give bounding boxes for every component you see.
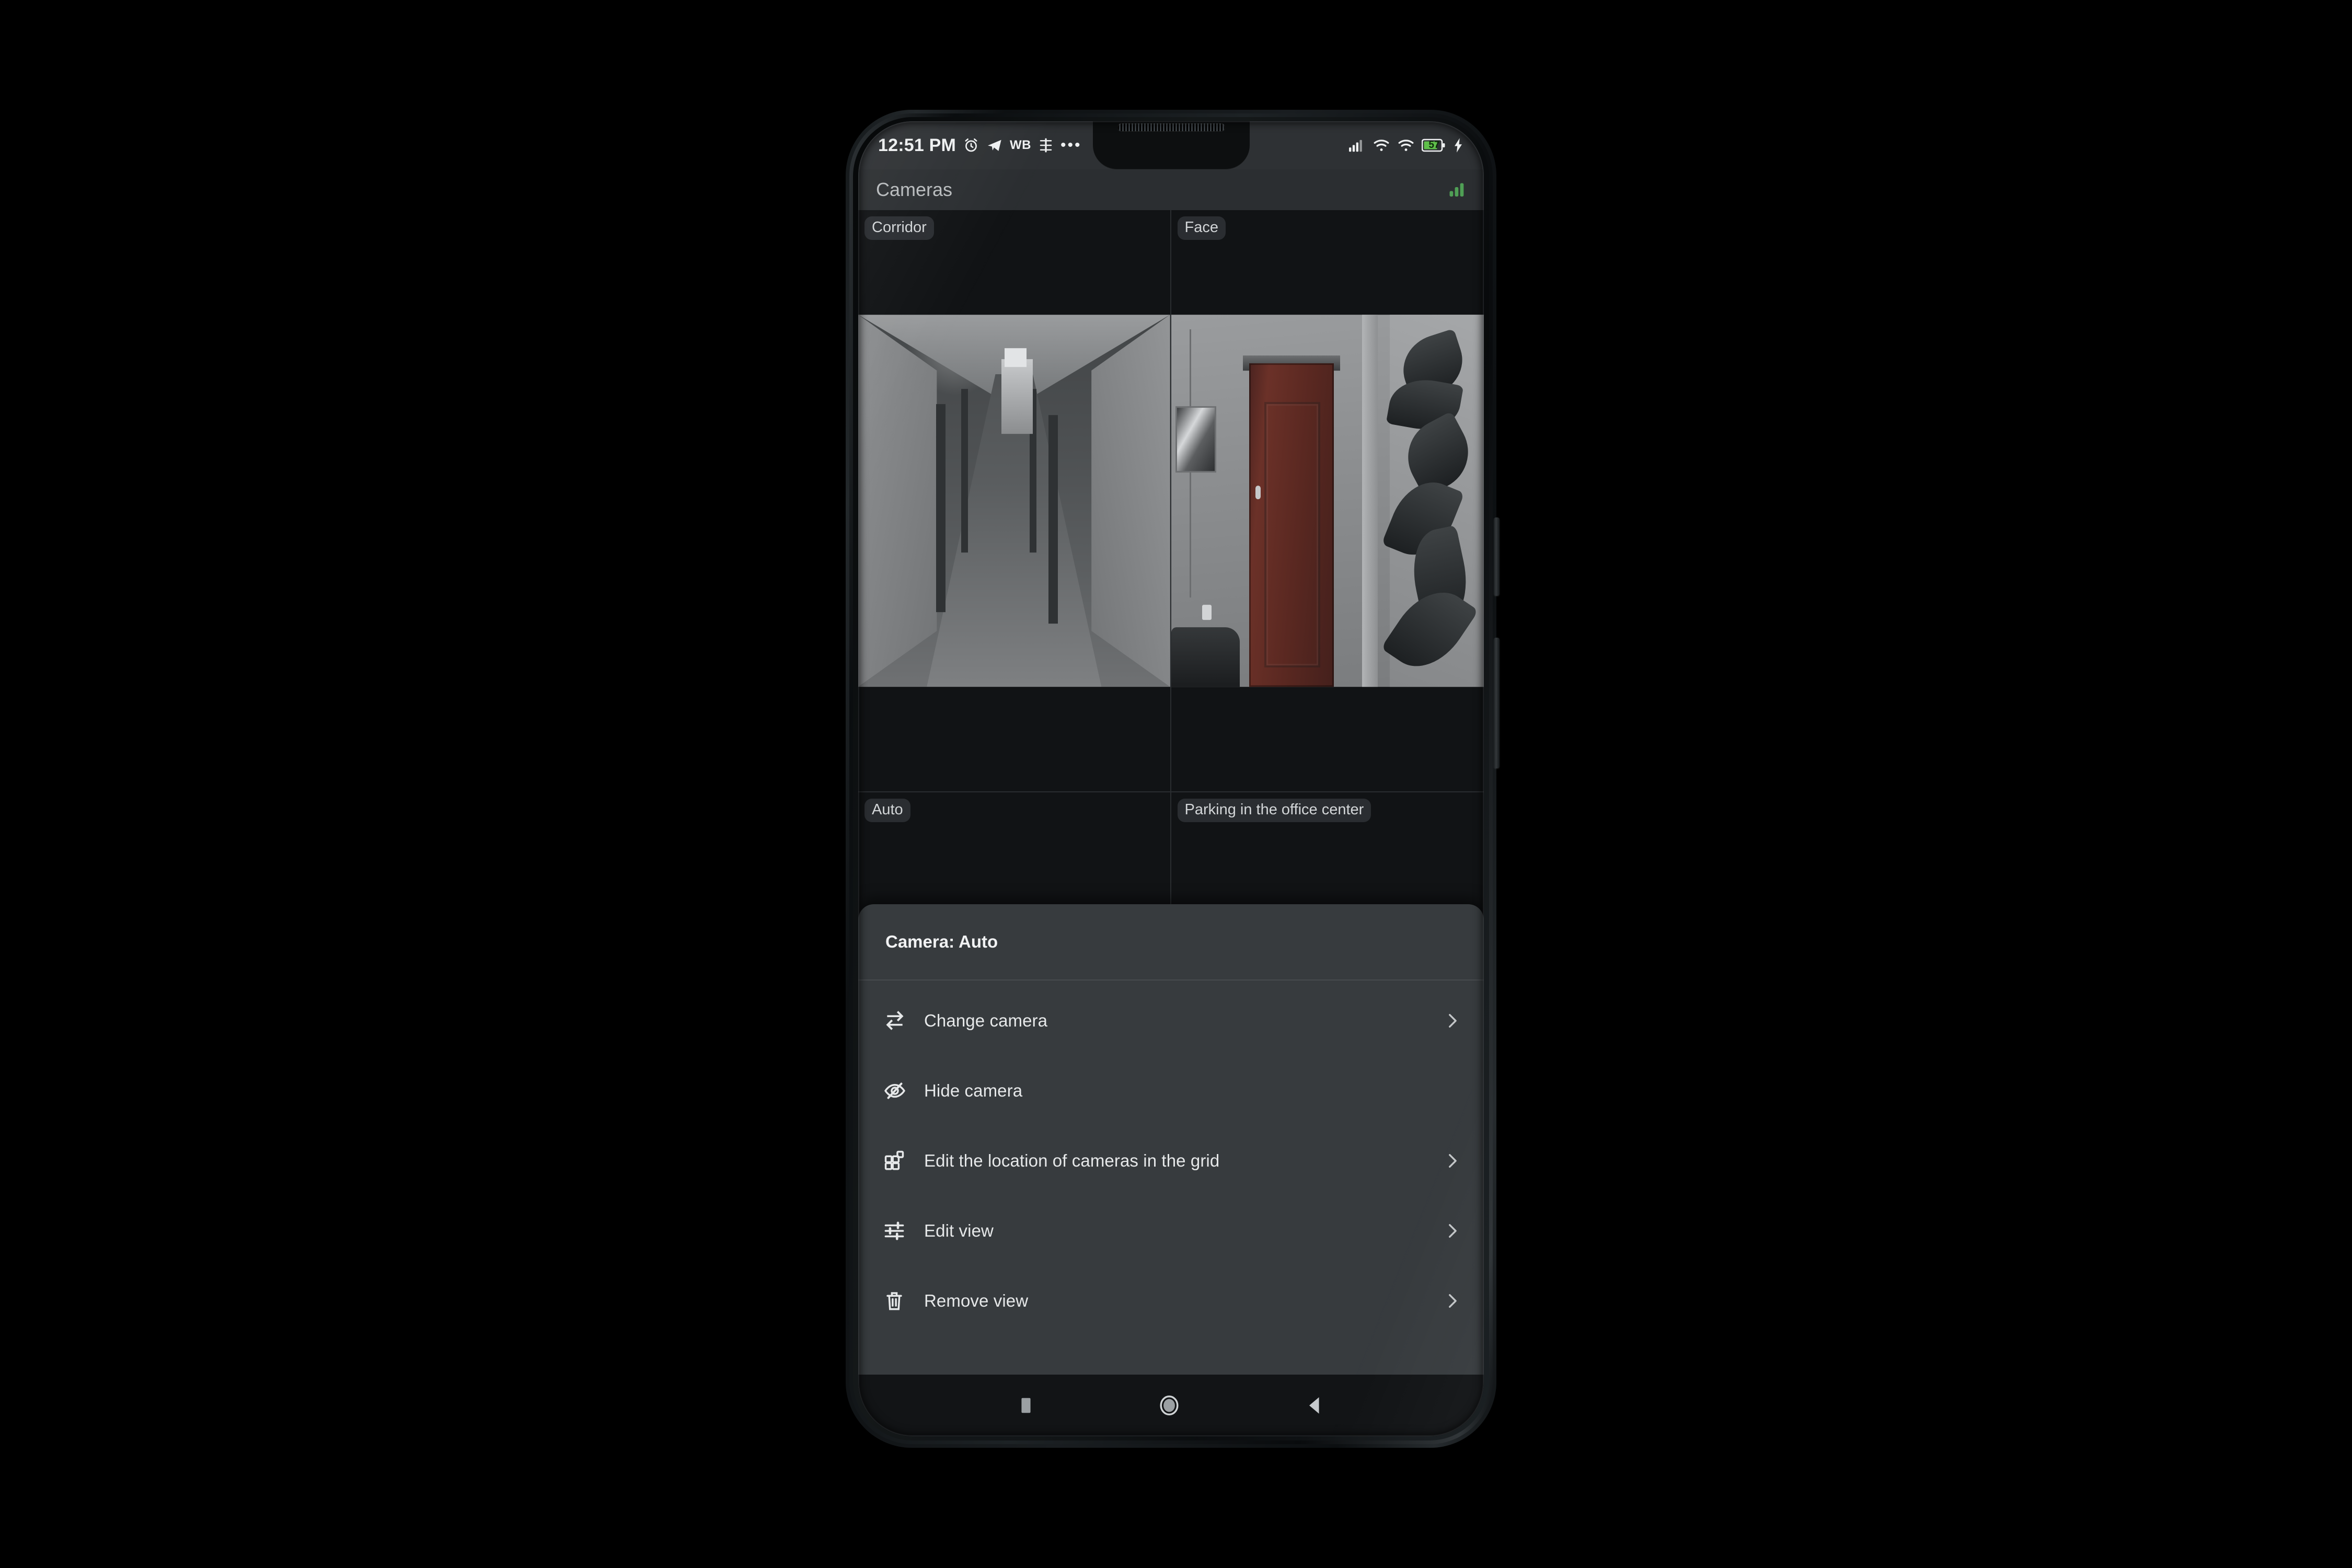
- menu-label-edit-grid-location: Edit the location of cameras in the grid: [924, 1151, 1220, 1170]
- room-sofa: [1171, 627, 1240, 687]
- status-bar-clock: 12:51 PM: [878, 135, 956, 155]
- corridor-door-1: [936, 403, 946, 613]
- cellular-signal-icon: [1348, 137, 1366, 153]
- page-title: Cameras: [876, 179, 953, 200]
- corridor-video-feed[interactable]: [858, 315, 1170, 687]
- chevron-right-icon: [1437, 1152, 1461, 1170]
- menu-item-hide-camera[interactable]: Hide camera: [858, 1056, 1484, 1126]
- menu-label-remove-view: Remove view: [924, 1291, 1029, 1310]
- alarm-clock-icon: [963, 137, 979, 154]
- room-picture-frame: [1177, 408, 1215, 471]
- phone-device: Corridor Face Auto Parking in the office…: [846, 110, 1500, 1448]
- room-door-handle: [1255, 486, 1261, 500]
- battery-icon: 57: [1422, 138, 1446, 153]
- app-bar: Cameras: [858, 169, 1484, 210]
- eye-off-icon: [883, 1079, 924, 1102]
- wifi-secondary-icon: [1397, 137, 1415, 153]
- chevron-right-icon: [1437, 1012, 1461, 1030]
- home-button[interactable]: [1157, 1393, 1181, 1417]
- camera-label-auto: Auto: [864, 799, 910, 822]
- white-balance-icon: WB: [1010, 138, 1031, 152]
- corridor-door-4: [1048, 415, 1058, 624]
- sheet-title: Camera: Auto: [858, 904, 1484, 981]
- earpiece-speaker: [1117, 123, 1225, 131]
- android-nav-bar: [858, 1375, 1484, 1436]
- sliders-icon: [883, 1220, 924, 1242]
- screen: Corridor Face Auto Parking in the office…: [858, 121, 1484, 1436]
- wifi-icon: [1373, 137, 1390, 153]
- camera-options-sheet: Camera: Auto Change camera Hide camera E…: [858, 904, 1484, 1375]
- menu-item-edit-view[interactable]: Edit view: [858, 1196, 1484, 1266]
- room-plant: [1381, 328, 1484, 687]
- grid-layout-icon: [883, 1150, 924, 1172]
- back-button[interactable]: [1305, 1395, 1324, 1416]
- camera-cell-corridor[interactable]: Corridor: [858, 210, 1171, 792]
- recents-button[interactable]: [1018, 1395, 1034, 1416]
- corridor-sign: [1005, 348, 1027, 367]
- swap-arrows-icon: [883, 1009, 924, 1032]
- volume-button[interactable]: [1494, 638, 1500, 768]
- menu-item-edit-grid-location[interactable]: Edit the location of cameras in the grid: [858, 1126, 1484, 1196]
- camera-cell-face[interactable]: Face: [1171, 210, 1484, 792]
- battery-percent-text: 57: [1428, 140, 1440, 151]
- room-column: [1362, 315, 1378, 687]
- corridor-end-wall: [1001, 359, 1033, 434]
- charging-bolt-icon: [1452, 137, 1464, 153]
- camera-label-parking: Parking in the office center: [1177, 799, 1371, 822]
- corridor-door-2: [961, 389, 968, 553]
- room-light-switch: [1202, 605, 1212, 620]
- signal-bars-icon[interactable]: [1447, 179, 1466, 201]
- phone-screen-glass: Corridor Face Auto Parking in the office…: [858, 121, 1484, 1436]
- power-button[interactable]: [1494, 517, 1500, 596]
- status-bar-right: 57: [1348, 137, 1464, 153]
- face-video-feed[interactable]: [1171, 315, 1484, 687]
- chevron-right-icon: [1437, 1292, 1461, 1310]
- menu-item-remove-view[interactable]: Remove view: [858, 1266, 1484, 1336]
- chevron-right-icon: [1437, 1222, 1461, 1240]
- status-bar-left: 12:51 PM WB •••: [878, 135, 1082, 156]
- camera-label-corridor: Corridor: [864, 216, 934, 240]
- room-door-panel: [1264, 402, 1320, 667]
- equalizer-icon: [1038, 137, 1054, 154]
- sheet-menu-list: Change camera Hide camera Edit the locat…: [858, 981, 1484, 1375]
- screenshot-scene: Corridor Face Auto Parking in the office…: [0, 0, 2352, 1568]
- menu-label-change-camera: Change camera: [924, 1011, 1048, 1030]
- menu-label-edit-view: Edit view: [924, 1221, 994, 1240]
- trash-icon: [883, 1290, 924, 1312]
- room-door: [1249, 363, 1334, 687]
- menu-label-hide-camera: Hide camera: [924, 1081, 1023, 1100]
- more-icons-ellipsis: •••: [1060, 136, 1082, 154]
- telegram-icon: [986, 137, 1003, 154]
- camera-label-face: Face: [1177, 216, 1226, 240]
- menu-item-change-camera[interactable]: Change camera: [858, 986, 1484, 1056]
